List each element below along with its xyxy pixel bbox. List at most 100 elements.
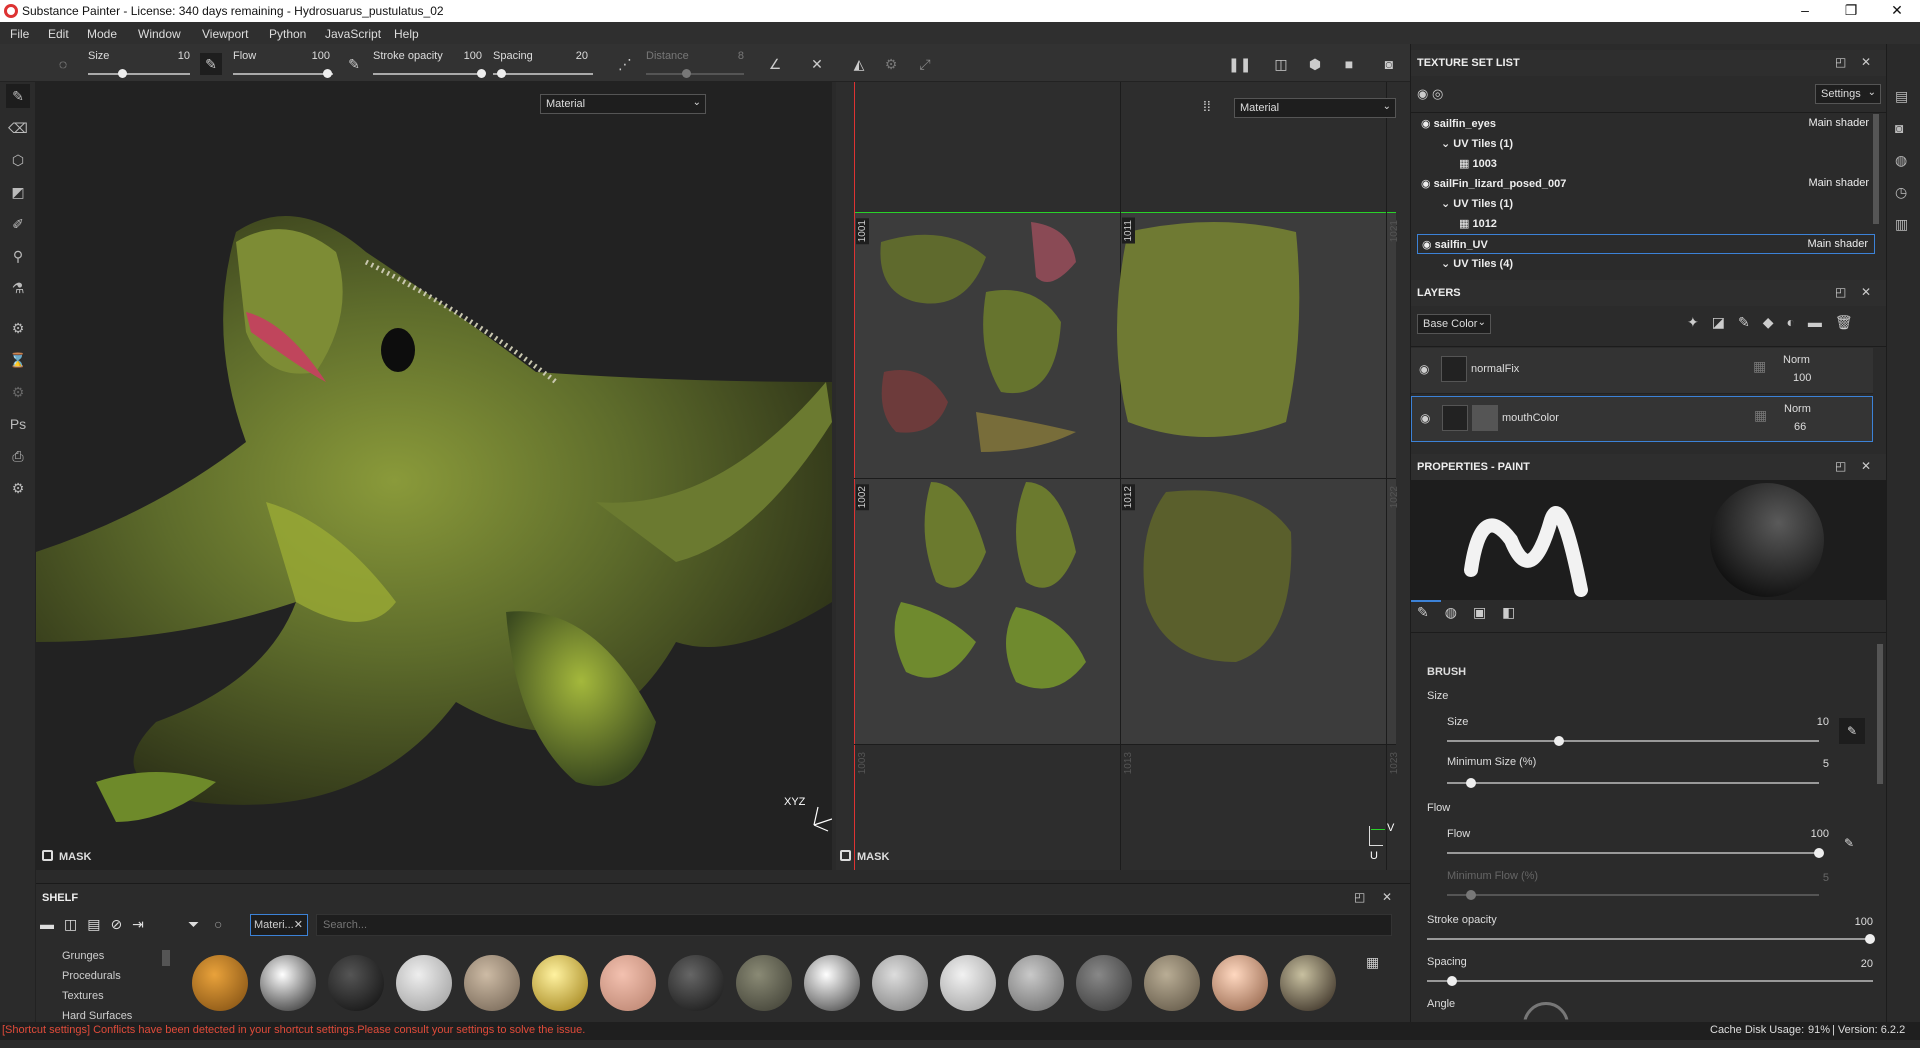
- symmetry-settings-icon[interactable]: ⚙: [880, 53, 902, 75]
- transform-icon[interactable]: ⤢: [914, 53, 936, 75]
- toolbar-size-value[interactable]: 10: [160, 50, 190, 62]
- material-preview[interactable]: [736, 955, 792, 1011]
- size-value[interactable]: 10: [1809, 716, 1829, 728]
- stroke-opacity-value[interactable]: 100: [1843, 916, 1873, 928]
- properties-scrollbar[interactable]: [1877, 644, 1883, 784]
- uv-tile-row[interactable]: ▦ 1012: [1417, 214, 1875, 234]
- backface-icon[interactable]: ✕: [806, 53, 828, 75]
- projection-icon[interactable]: ⬡: [6, 148, 30, 172]
- spacing-value[interactable]: 20: [1843, 958, 1873, 970]
- screenshot-icon[interactable]: ◙: [1378, 53, 1400, 75]
- flow-value[interactable]: 100: [1799, 828, 1829, 840]
- float-panel-icon[interactable]: ◰: [1354, 890, 1365, 904]
- toolbar-spacing-knob[interactable]: [497, 69, 506, 78]
- layer-actions-toolbar[interactable]: ✦◪✎◆◐▬🗑: [1687, 314, 1866, 331]
- uv-tiles-row[interactable]: ⌄ UV Tiles (4): [1417, 254, 1875, 274]
- split-view-icon[interactable]: ◫: [1270, 53, 1292, 75]
- uv-tile-row[interactable]: ▦ 1003: [1417, 154, 1875, 174]
- float-panel-icon[interactable]: ◰: [1835, 285, 1846, 299]
- material-preview[interactable]: [1144, 955, 1200, 1011]
- toolbar-spacing-slider[interactable]: [493, 73, 593, 75]
- eye-icon[interactable]: ◉: [1420, 411, 1430, 425]
- restore-icon[interactable]: ❐: [1828, 0, 1874, 22]
- flow-slider-knob[interactable]: [1814, 848, 1824, 858]
- material-preview[interactable]: [1008, 955, 1064, 1011]
- settings-icon[interactable]: ⚙: [6, 476, 30, 500]
- material-preview[interactable]: [328, 955, 384, 1011]
- close-panel-icon[interactable]: ✕: [1861, 285, 1871, 299]
- float-panel-icon[interactable]: ◰: [1835, 459, 1846, 473]
- material-preview[interactable]: [1212, 955, 1268, 1011]
- layer-channel-select[interactable]: Base Color ⌄: [1417, 314, 1491, 334]
- toolbar-stroke-slider[interactable]: [373, 73, 485, 75]
- texture-set-shader[interactable]: Main shader: [1808, 117, 1869, 129]
- toolbar-stroke-knob[interactable]: [477, 69, 486, 78]
- measure-icon[interactable]: ⌛: [6, 348, 30, 372]
- eraser-icon[interactable]: ⌫: [6, 116, 30, 140]
- spacing-slider-knob[interactable]: [1447, 976, 1457, 986]
- symmetry-icon[interactable]: ◭: [848, 53, 870, 75]
- properties-tabs[interactable]: ✎◍▣◧: [1417, 604, 1531, 621]
- viewport3d-mode-select[interactable]: Material ⌄: [540, 94, 706, 114]
- material-preview[interactable]: [804, 955, 860, 1011]
- chevron-down-icon[interactable]: ⌄: [1441, 198, 1453, 210]
- viewport2d-mask-toggle[interactable]: MASK: [840, 850, 889, 863]
- material-preview[interactable]: [532, 955, 588, 1011]
- min-size-slider[interactable]: [1447, 782, 1819, 784]
- chevron-down-icon[interactable]: ⌄: [1441, 138, 1453, 150]
- layer-name[interactable]: normalFix: [1471, 363, 1519, 375]
- texture-set-shader[interactable]: Main shader: [1807, 238, 1868, 250]
- menu-window[interactable]: Window: [138, 27, 181, 41]
- pen-pressure-icon[interactable]: ✎: [200, 53, 222, 75]
- layer-row-selected[interactable]: ◉ mouthColor ▦ Norm 66: [1411, 396, 1873, 442]
- toolbar-flow-knob[interactable]: [323, 69, 332, 78]
- layer-opacity[interactable]: 100: [1793, 372, 1811, 384]
- stroke-opacity-slider[interactable]: [1427, 938, 1873, 940]
- plugin-icon[interactable]: ⚙: [6, 380, 30, 404]
- color-picker-icon[interactable]: ⚗: [6, 276, 30, 300]
- layer-blend-mode[interactable]: Norm: [1783, 354, 1810, 366]
- circle-filter-icon[interactable]: ○: [214, 916, 222, 932]
- layer-opacity[interactable]: 66: [1794, 421, 1806, 433]
- visibility-all-icon[interactable]: ◉ ◎: [1417, 86, 1443, 102]
- layer-blend-mode[interactable]: Norm: [1784, 403, 1811, 415]
- line-mode-icon[interactable]: ∠: [764, 53, 786, 75]
- toolbar-flow-slider[interactable]: [233, 73, 333, 75]
- minimize-icon[interactable]: –: [1782, 0, 1828, 22]
- history-icon[interactable]: ◷: [1895, 184, 1907, 201]
- viewport-2d[interactable]: 1001 1011 1021 1002 1012 1022 1003 1013 …: [836, 82, 1410, 870]
- shelf-toolbar[interactable]: ▬◫▤⊘⇥: [40, 916, 154, 933]
- texture-set-settings-button[interactable]: Settings ⌄: [1815, 84, 1881, 104]
- menu-help[interactable]: Help: [394, 27, 419, 41]
- eye-icon[interactable]: ◉: [1421, 178, 1434, 190]
- close-icon[interactable]: ✕: [294, 918, 303, 931]
- menu-javascript[interactable]: JavaScript: [325, 27, 381, 41]
- log-icon[interactable]: ▥: [1895, 216, 1908, 233]
- eye-icon[interactable]: ◉: [1419, 362, 1429, 376]
- texture-set-row[interactable]: ◉ sailfin_eyes Main shader: [1417, 114, 1875, 134]
- grid-view-icon[interactable]: ▦: [1366, 954, 1379, 971]
- filter-icon[interactable]: ⏷: [188, 916, 199, 933]
- uv-tiles-row[interactable]: ⌄ UV Tiles (1): [1417, 134, 1875, 154]
- texture-set-row[interactable]: ◉ sailFin_lizard_posed_007 Main shader: [1417, 174, 1875, 194]
- texture-set-settings-icon[interactable]: ▤: [1895, 88, 1908, 105]
- flow-slider[interactable]: [1447, 852, 1819, 854]
- brush-shape-icon[interactable]: ◌: [52, 53, 74, 75]
- texture-set-row-selected[interactable]: ◉ sailfin_UV Main shader: [1417, 234, 1875, 254]
- shelf-search-input[interactable]: [316, 914, 1392, 936]
- material-preview[interactable]: [1076, 955, 1132, 1011]
- size-slider-knob[interactable]: [1554, 736, 1564, 746]
- paint-brush-icon[interactable]: ✎: [6, 84, 30, 108]
- clone-stamp-icon[interactable]: ⚲: [6, 244, 30, 268]
- toolbar-flow-value[interactable]: 100: [300, 50, 330, 62]
- eye-icon[interactable]: ◉: [1422, 239, 1435, 251]
- close-window-icon[interactable]: ✕: [1874, 0, 1920, 22]
- toolbar-stroke-value[interactable]: 100: [452, 50, 482, 62]
- close-panel-icon[interactable]: ✕: [1382, 890, 1392, 904]
- menu-edit[interactable]: Edit: [48, 27, 69, 41]
- flow-pressure-icon[interactable]: ✎: [1839, 836, 1859, 856]
- polygon-fill-icon[interactable]: ◩: [6, 180, 30, 204]
- uv-tiles-row[interactable]: ⌄ UV Tiles (1): [1417, 194, 1875, 214]
- photoshop-export-icon[interactable]: Ps: [6, 412, 30, 436]
- material-preview[interactable]: [1280, 955, 1336, 1011]
